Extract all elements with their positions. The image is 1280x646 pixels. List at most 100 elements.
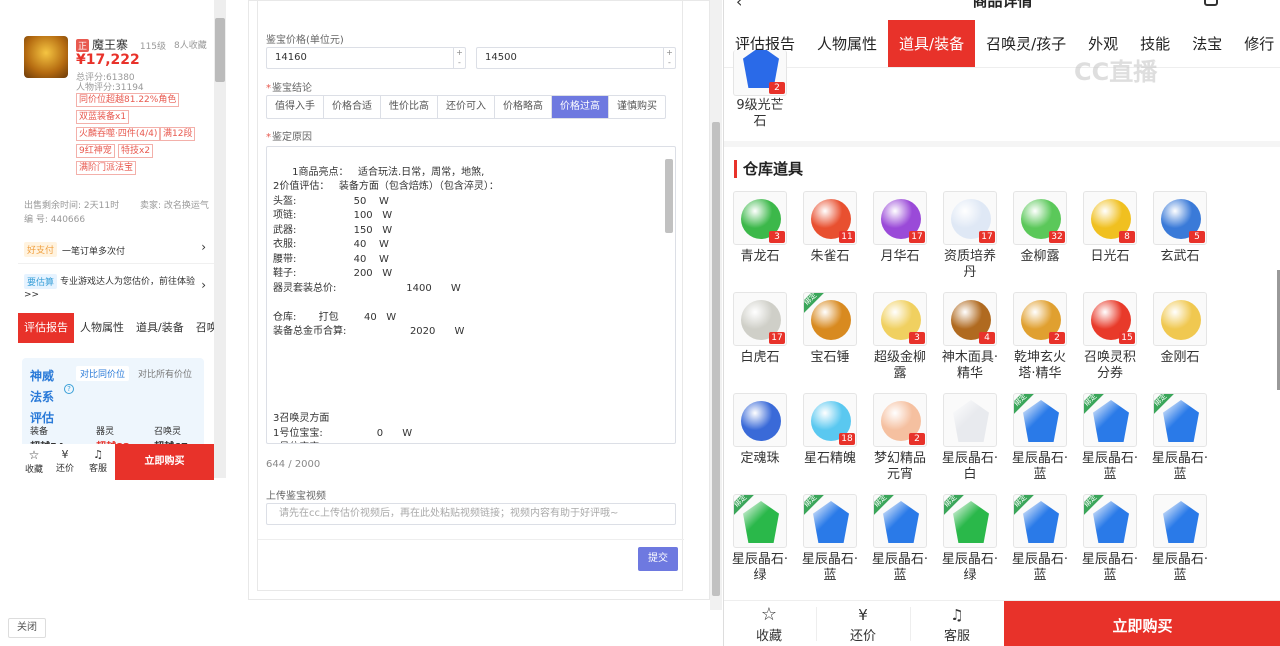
divider <box>816 607 817 641</box>
buy-now-button[interactable]: 立即购买 <box>115 444 214 480</box>
item-tile[interactable]: 2 9级光芒石 <box>730 50 790 130</box>
price-max-input[interactable]: 14500 + - <box>476 47 676 69</box>
item-tile[interactable]: 17 月华石 <box>870 191 930 265</box>
item-tile[interactable]: 15 召唤灵积分券 <box>1080 292 1140 382</box>
item-tile[interactable]: 绑定 星辰晶石·蓝 <box>1010 494 1070 584</box>
item-tile[interactable]: 星辰晶石·蓝 <box>1150 494 1210 584</box>
item-tile[interactable]: 绑定 星辰晶石·蓝 <box>1080 494 1140 584</box>
favorite-button[interactable]: ☆ 收藏 <box>21 448 47 475</box>
price: ¥17,222 <box>76 52 140 68</box>
eval-tab-same-price[interactable]: 对比同价位 <box>76 366 130 381</box>
item-tile[interactable]: 2 梦幻精品元宵 <box>870 393 930 483</box>
conclusion-option[interactable]: 还价可入 <box>438 96 495 118</box>
item-tile[interactable]: 2 乾坤玄火塔·精华 <box>1010 292 1070 382</box>
watermark: CC直播 <box>1074 58 1158 86</box>
bargain-button[interactable]: ¥ 还价 <box>818 605 908 644</box>
service-label: 客服 <box>88 464 107 474</box>
conclusion-option[interactable]: 价格略高 <box>495 96 552 118</box>
conclusion-option[interactable]: 值得入手 <box>267 96 324 118</box>
buy-now-button[interactable]: 立即购买 <box>1004 601 1280 646</box>
gem-icon <box>1023 400 1059 442</box>
chevron-right-icon: › <box>201 240 206 254</box>
item-count: 18 <box>839 433 855 445</box>
conclusion-option[interactable]: 价格合适 <box>324 96 381 118</box>
item-tile[interactable]: 11 朱雀石 <box>800 191 860 265</box>
tab-summon[interactable]: 召唤灵/孩子 <box>975 20 1077 67</box>
share-icon[interactable] <box>1204 0 1218 6</box>
item-image: 绑定 <box>1083 393 1137 447</box>
item-tile[interactable]: 绑定 星辰晶石·绿 <box>730 494 790 584</box>
tab-cultivation[interactable]: 修行 <box>1233 20 1280 67</box>
bargain-button[interactable]: ¥ 还价 <box>52 448 78 474</box>
tab-eval[interactable]: 评估报告 <box>18 313 74 343</box>
reason-textarea[interactable]: 1商品亮点： 适合玩法.日常，周常，地煞, 2价值评估： 装备方面（包含焙炼）（… <box>266 146 676 444</box>
conclusion-option[interactable]: 性价比高 <box>381 96 438 118</box>
help-icon[interactable]: ? <box>64 384 74 394</box>
favorite-button[interactable]: ☆ 收藏 <box>724 605 814 645</box>
item-tile[interactable]: 绑定 星辰晶石·蓝 <box>1150 393 1210 483</box>
item-tile[interactable]: 绑定 宝石锤 <box>800 292 860 366</box>
stepper-icon[interactable]: + - <box>663 48 675 68</box>
tab-items-equip[interactable]: 道具/装备 <box>888 20 976 67</box>
item-tile[interactable]: 3 超级金柳露 <box>870 292 930 382</box>
conclusion-option-selected[interactable]: 价格过高 <box>552 96 609 118</box>
video-link-input[interactable]: 请先在cc上传估价视频后，再在此处粘贴视频链接；视频内容有助于好评哦~ <box>266 503 676 525</box>
section-title: 仓库道具 <box>734 160 803 178</box>
item-image: 3 <box>873 292 927 346</box>
eval-card: 神威 法系 评估 对比同价位 对比所有价位 ? 装备 器灵 召唤灵 超越54 超… <box>22 358 204 453</box>
remaining-time: 出售剩余时间: 2天11时 <box>24 201 120 211</box>
eval-promo-row[interactable]: 要估算 专业游戏达人为您估价，前往体验 >> › <box>18 268 214 308</box>
item-tile[interactable]: 32 金柳露 <box>1010 191 1070 265</box>
price-max-value: 14500 <box>485 52 517 63</box>
item-tile[interactable]: 绑定星辰晶石·蓝 <box>870 494 930 584</box>
item-tile[interactable]: 绑定 星辰晶石·蓝 <box>800 494 860 584</box>
item-name: 梦幻精品元宵 <box>873 451 926 482</box>
detail-tabs: 评估报告 人物属性 道具/装备 召唤灵/孩子 外观 技能 法宝 修行 <box>724 20 1280 68</box>
conclusion-option[interactable]: 谨慎购买 <box>609 96 665 118</box>
page-scrollbar[interactable] <box>710 0 722 610</box>
character-avatar[interactable] <box>24 36 68 78</box>
item-tile[interactable]: 定魂珠 <box>730 393 790 467</box>
item-name: 青龙石 <box>740 249 780 264</box>
price-min-input[interactable]: 14160 + - <box>266 47 466 69</box>
stepper-icon[interactable]: + - <box>453 48 465 68</box>
item-tile[interactable]: 4 神木面具·精华 <box>940 292 1000 382</box>
item-tile[interactable]: 18 星石精魄 <box>800 393 860 467</box>
gem-icon <box>1093 400 1129 442</box>
tab-items[interactable]: 道具/装备 <box>130 313 190 343</box>
item-count: 2 <box>909 433 925 445</box>
textarea-scrollbar[interactable] <box>665 151 673 441</box>
item-tile[interactable]: 8 日光石 <box>1080 191 1140 265</box>
item-tile[interactable]: 绑定 星辰晶石·绿 <box>940 494 1000 584</box>
service-button[interactable]: ♫ 客服 <box>912 605 1002 644</box>
listing-panel: 正魔王寨 115级 8人收藏 ¥17,222 总评分:61380 人物评分:31… <box>0 0 228 646</box>
left-scrollbar[interactable] <box>214 0 226 478</box>
tab-treasure[interactable]: 法宝 <box>1181 20 1233 67</box>
item-tile[interactable]: 17 白虎石 <box>730 292 790 366</box>
submit-button[interactable]: 提交 <box>638 547 678 571</box>
eval-tab-all-price[interactable]: 对比所有价位 <box>138 367 192 380</box>
item-tile[interactable]: 星辰晶石·白 <box>940 393 1000 483</box>
good-pay-row[interactable]: 好支付 一笔订单多次付 › <box>18 236 214 264</box>
item-tile[interactable]: 绑定 星辰晶石·蓝 <box>1080 393 1140 483</box>
item-tile[interactable]: 17 资质培养丹 <box>940 191 1000 281</box>
service-button[interactable]: ♫ 客服 <box>85 448 111 474</box>
tab-char-attr[interactable]: 人物属性 <box>806 20 888 67</box>
item-image <box>1153 292 1207 346</box>
item-tile[interactable]: 3 青龙石 <box>730 191 790 265</box>
tab-char[interactable]: 人物属性 <box>74 313 130 343</box>
item-name: 星辰晶石·白 <box>941 451 999 482</box>
item-icon <box>741 401 781 441</box>
item-tile[interactable]: 5 玄武石 <box>1150 191 1210 265</box>
item-name: 定魂珠 <box>740 451 780 466</box>
seller-header: 正魔王寨 115级 <box>76 36 166 53</box>
close-button[interactable]: 关闭 <box>8 618 46 638</box>
tag-pill: 双蓝装备x1 <box>76 110 130 124</box>
eval-title-line: 神威 <box>30 369 55 383</box>
item-name: 星辰晶石·蓝 <box>871 552 929 583</box>
item-image: 绑定 <box>873 494 927 548</box>
item-tile[interactable]: 绑定 星辰晶石·蓝 <box>1010 393 1070 483</box>
eval-col: 装备 <box>30 427 49 437</box>
item-name: 日光石 <box>1090 249 1130 264</box>
item-tile[interactable]: 金刚石 <box>1150 292 1210 366</box>
